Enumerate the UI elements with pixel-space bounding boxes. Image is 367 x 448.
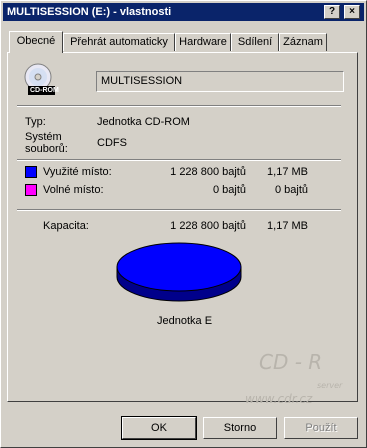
volume-name-field[interactable]: MULTISESSION bbox=[96, 71, 344, 92]
close-button[interactable]: × bbox=[344, 5, 360, 19]
watermark-sub: server bbox=[317, 381, 343, 390]
capacity-size: 1,17 MB bbox=[267, 220, 308, 232]
filesystem-label-1: Systém bbox=[25, 131, 62, 143]
close-icon: × bbox=[349, 6, 355, 17]
pie-top bbox=[116, 242, 242, 292]
free-space-swatch bbox=[25, 184, 37, 196]
tab-autoplay[interactable]: Přehrát automaticky bbox=[63, 33, 175, 51]
watermark-url: www.cdr.cz bbox=[245, 392, 313, 406]
filesystem-label-2: souborů: bbox=[25, 143, 68, 155]
filesystem-value: CDFS bbox=[97, 137, 127, 149]
disk-usage-pie bbox=[116, 242, 242, 302]
volume-name-value: MULTISESSION bbox=[101, 75, 183, 87]
tab-label: Přehrát automaticky bbox=[70, 36, 168, 48]
separator bbox=[17, 105, 341, 107]
apply-button[interactable]: Použít bbox=[284, 417, 358, 439]
used-space-label: Využité místo: bbox=[43, 166, 112, 178]
ok-button-label: OK bbox=[151, 422, 167, 434]
type-value: Jednotka CD-ROM bbox=[97, 116, 190, 128]
free-space-label: Volné místo: bbox=[43, 184, 104, 196]
title-bar: MULTISESSION (E:) - vlastnosti bbox=[3, 3, 364, 21]
ok-button[interactable]: OK bbox=[121, 416, 197, 440]
type-label: Typ: bbox=[25, 116, 46, 128]
tab-label: Obecné bbox=[16, 35, 56, 47]
cd-rom-icon: CD-ROM bbox=[23, 62, 59, 96]
tab-hardware[interactable]: Hardware bbox=[175, 33, 231, 51]
separator bbox=[17, 159, 341, 161]
used-space-size: 1,17 MB bbox=[267, 166, 308, 178]
used-space-swatch bbox=[25, 166, 37, 178]
separator bbox=[17, 209, 341, 211]
tab-label: Záznam bbox=[283, 36, 323, 48]
window-title: MULTISESSION (E:) - vlastnosti bbox=[7, 6, 172, 18]
cd-rom-icon-label: CD-ROM bbox=[30, 87, 59, 94]
help-icon: ? bbox=[328, 6, 336, 17]
cancel-button[interactable]: Storno bbox=[203, 417, 277, 439]
cancel-button-label: Storno bbox=[223, 422, 257, 434]
tab-general[interactable]: Obecné bbox=[9, 31, 63, 53]
tab-sharing[interactable]: Sdílení bbox=[231, 33, 279, 51]
free-space-bytes: 0 bajtů bbox=[212, 184, 246, 196]
help-button[interactable]: ? bbox=[324, 5, 340, 19]
capacity-bytes: 1 228 800 bajtů bbox=[170, 220, 246, 232]
watermark-logo: CD - R bbox=[259, 350, 323, 374]
apply-button-label: Použít bbox=[305, 422, 337, 434]
tab-label: Hardware bbox=[179, 36, 227, 48]
tab-recording[interactable]: Záznam bbox=[279, 33, 327, 51]
used-space-bytes: 1 228 800 bajtů bbox=[170, 166, 246, 178]
drive-caption: Jednotka E bbox=[157, 315, 213, 327]
properties-dialog: MULTISESSION (E:) - vlastnosti ? × Obecn… bbox=[0, 0, 367, 448]
capacity-label: Kapacita: bbox=[43, 220, 89, 232]
tab-label: Sdílení bbox=[237, 36, 273, 48]
free-space-size: 0 bajtů bbox=[274, 184, 308, 196]
